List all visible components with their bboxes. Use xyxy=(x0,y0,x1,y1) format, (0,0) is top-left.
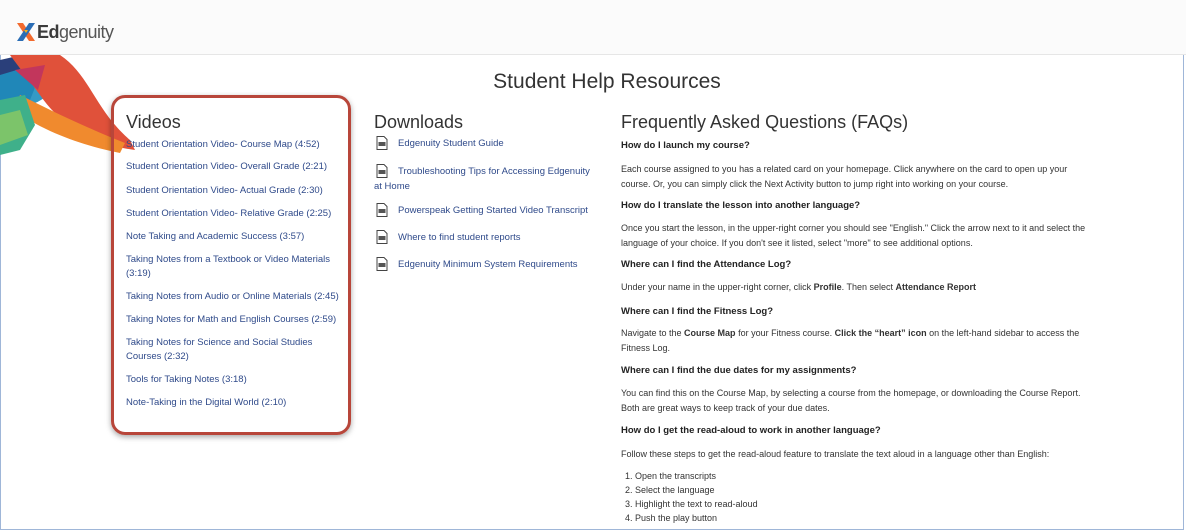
faq-steps-list: Open the transcripts Select the language… xyxy=(621,469,1091,525)
download-link[interactable]: Where to find student reports xyxy=(374,230,599,245)
faq-answer: Once you start the lesson, in the upper-… xyxy=(621,223,1086,248)
edgenuity-logo[interactable]: Edgenuity xyxy=(17,22,114,42)
download-link[interactable]: Powerspeak Getting Started Video Transcr… xyxy=(374,203,599,218)
video-link[interactable]: Taking Notes from Audio or Online Materi… xyxy=(126,290,341,304)
downloads-heading: Downloads xyxy=(374,112,464,132)
video-link[interactable]: Note-Taking in the Digital World (2:10) xyxy=(126,396,341,410)
download-link[interactable]: Edgenuity Minimum System Requirements xyxy=(374,257,599,272)
faq-question: How do I launch my course? xyxy=(621,140,750,151)
video-link[interactable]: Tools for Taking Notes (3:18) xyxy=(126,373,341,387)
document-icon xyxy=(376,164,388,179)
faq-step: Open the transcripts xyxy=(635,469,1091,483)
edgenuity-x-icon xyxy=(17,23,35,41)
video-link[interactable]: Student Orientation Video- Overall Grade… xyxy=(126,160,341,174)
faq-question: Where can I find the due dates for my as… xyxy=(621,365,857,376)
video-link[interactable]: Note Taking and Academic Success (3:57) xyxy=(126,230,341,244)
faq-answer: Each course assigned to you has a relate… xyxy=(621,164,1068,189)
faq-question: How do I get the read-aloud to work in a… xyxy=(621,425,881,436)
faq-answer: Follow these steps to get the read-aloud… xyxy=(621,449,1050,459)
download-link[interactable]: Troubleshooting Tips for Accessing Edgen… xyxy=(374,164,599,194)
faq-answer: Under your name in the upper-right corne… xyxy=(621,282,976,292)
top-bar: Edgenuity xyxy=(0,0,1186,55)
video-link[interactable]: Student Orientation Video- Course Map (4… xyxy=(126,138,341,152)
video-link[interactable]: Student Orientation Video- Relative Grad… xyxy=(126,207,341,221)
video-link[interactable]: Taking Notes for Math and English Course… xyxy=(126,313,341,327)
document-icon xyxy=(376,230,388,245)
faq-heading: Frequently Asked Questions (FAQs) xyxy=(621,112,909,132)
page-title: Student Help Resources xyxy=(493,70,721,93)
faq-step: Push the play button xyxy=(635,511,1091,525)
videos-heading: Videos xyxy=(126,112,181,132)
document-icon xyxy=(376,203,388,218)
faq-step: Highlight the text to read-aloud xyxy=(635,497,1091,511)
logo-text: Edgenuity xyxy=(37,21,114,42)
video-link[interactable]: Student Orientation Video- Actual Grade … xyxy=(126,184,341,198)
video-link[interactable]: Taking Notes from a Textbook or Video Ma… xyxy=(126,253,341,281)
document-icon xyxy=(376,136,388,151)
download-link[interactable]: Edgenuity Student Guide xyxy=(374,136,599,151)
faq-question: Where can I find the Attendance Log? xyxy=(621,259,792,270)
faq-question: How do I translate the lesson into anoth… xyxy=(621,200,861,211)
faq-answer: You can find this on the Course Map, by … xyxy=(621,388,1081,413)
faq-step: Select the language xyxy=(635,483,1091,497)
video-link[interactable]: Taking Notes for Science and Social Stud… xyxy=(126,336,341,364)
faq-answer: Navigate to the Course Map for your Fitn… xyxy=(621,328,1080,353)
document-icon xyxy=(376,257,388,272)
faq-question: Where can I find the Fitness Log? xyxy=(621,306,774,317)
